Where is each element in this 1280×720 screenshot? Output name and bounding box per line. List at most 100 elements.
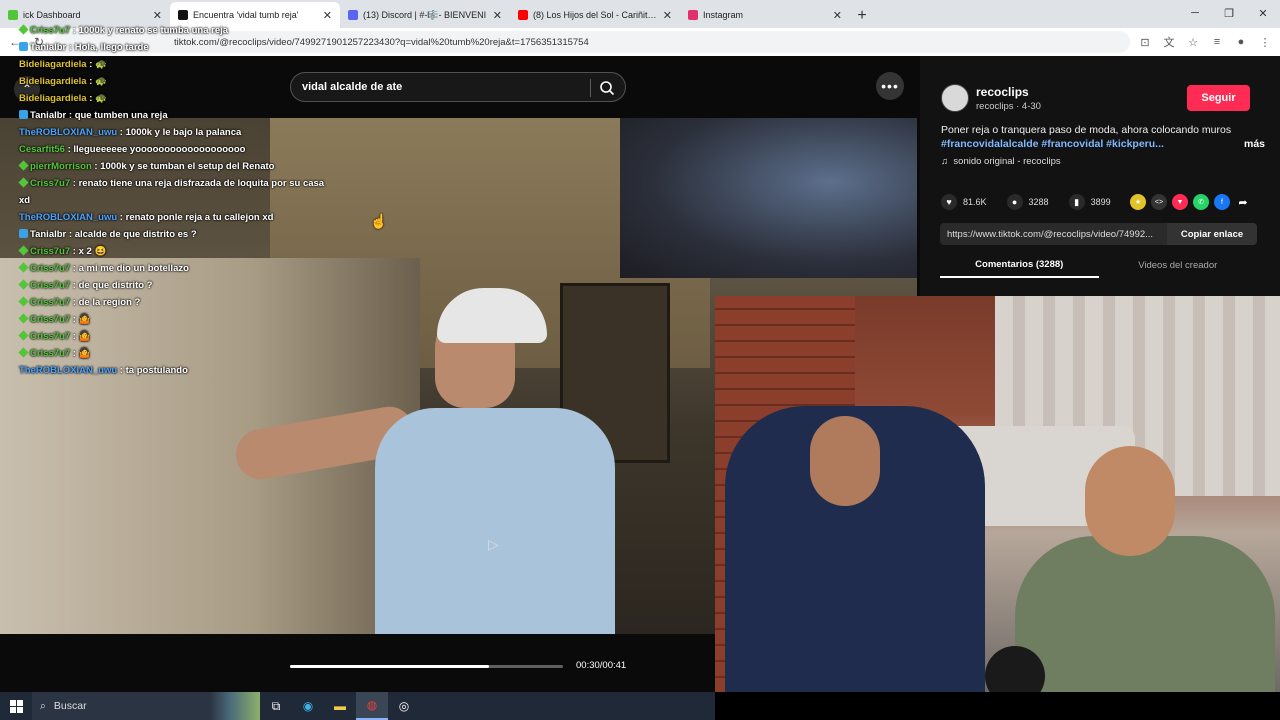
file-explorer-icon[interactable]: ▬ bbox=[324, 692, 356, 720]
chat-badge-icon bbox=[18, 347, 29, 358]
search-input[interactable]: vidal alcalde de ate bbox=[290, 72, 626, 102]
chat-message: pierrMorrison : 1000k y se tumban el set… bbox=[0, 158, 340, 175]
chat-username[interactable]: Criss7u7 bbox=[30, 297, 70, 308]
close-tab-icon[interactable]: ✕ bbox=[153, 9, 162, 22]
whatsapp-icon[interactable]: ✆ bbox=[1193, 194, 1209, 210]
chat-username[interactable]: Bideliagardiela bbox=[19, 76, 87, 87]
browser-tab[interactable]: (13) Discord | #-🎼- BIENVENI ✕ bbox=[340, 2, 510, 28]
chat-message: TheROBLOXIAN_uwu : 1000k y le bajo la pa… bbox=[19, 127, 242, 138]
chat-username[interactable]: Criss7u7 bbox=[30, 25, 70, 36]
video-description: Poner reja o tranquera paso de moda, aho… bbox=[941, 123, 1265, 151]
chat-message: Criss7u7 : 🤷 bbox=[0, 328, 340, 345]
chat-username[interactable]: Criss7u7 bbox=[30, 178, 70, 189]
search-highlight-image bbox=[210, 692, 260, 720]
bookmark-star-icon[interactable]: ☆ bbox=[1184, 33, 1202, 51]
profile-icon[interactable]: ● bbox=[1232, 33, 1250, 51]
install-app-icon[interactable]: ⊡ bbox=[1136, 33, 1154, 51]
start-button[interactable] bbox=[0, 692, 32, 720]
video-progress-bar[interactable] bbox=[290, 665, 563, 668]
obs-icon[interactable]: ◎ bbox=[388, 692, 420, 720]
chat-message: Bideliagardiela : 🐢 bbox=[19, 76, 107, 87]
close-tab-icon[interactable]: ✕ bbox=[833, 9, 842, 22]
minimize-icon[interactable]: ─ bbox=[1178, 0, 1212, 26]
media-control-icon[interactable]: ≡ bbox=[1208, 33, 1226, 51]
close-tab-icon[interactable]: ✕ bbox=[663, 9, 672, 22]
chat-username[interactable]: TheROBLOXIAN_uwu bbox=[19, 212, 117, 223]
search-divider bbox=[590, 79, 591, 97]
chrome-icon[interactable]: ◍ bbox=[356, 692, 388, 720]
chat-message: Tanialbr : alcalde de que distrito es ? bbox=[0, 226, 340, 243]
chat-message: Bideliagardiela : 🐢 bbox=[19, 59, 107, 70]
follow-button[interactable]: Seguir bbox=[1187, 85, 1250, 111]
chat-text: x 2 😆 bbox=[78, 246, 107, 257]
task-view-icon[interactable]: ⧉ bbox=[260, 692, 292, 720]
chat-overlay: Criss7u7 : 1000k y renato se tumba una r… bbox=[0, 22, 340, 379]
tab-favicon-icon bbox=[178, 10, 188, 20]
creator-name[interactable]: recoclips bbox=[976, 85, 1029, 99]
chat-username[interactable]: Tanialbr bbox=[30, 42, 66, 53]
chat-username[interactable]: Tanialbr bbox=[30, 110, 66, 121]
chat-message: TheROBLOXIAN_uwu : renato ponle reja a t… bbox=[19, 212, 274, 223]
restore-icon[interactable]: ❐ bbox=[1212, 0, 1246, 26]
tab-title: Encuentra 'vidal tumb reja' bbox=[193, 10, 299, 20]
video-person bbox=[232, 268, 635, 634]
tab-title: ick Dashboard bbox=[23, 10, 81, 20]
edge-icon[interactable]: ◉ bbox=[292, 692, 324, 720]
more-options-button[interactable]: ••• bbox=[876, 72, 904, 100]
chat-username[interactable]: Criss7u7 bbox=[30, 246, 70, 257]
close-tab-icon[interactable]: ✕ bbox=[323, 9, 332, 22]
tab-comments[interactable]: Comentarios (3288) bbox=[940, 252, 1099, 278]
translate-icon[interactable]: 文 bbox=[1160, 33, 1178, 51]
share-link-url[interactable]: https://www.tiktok.com/@recoclips/video/… bbox=[940, 229, 1167, 240]
facebook-icon[interactable]: f bbox=[1214, 194, 1230, 210]
webcam-person-suit-head bbox=[810, 416, 880, 506]
send-icon[interactable]: ▼ bbox=[1172, 194, 1188, 210]
chat-badge-icon bbox=[18, 177, 29, 188]
chat-message: Cesarfit56 : llegueeeeee yoooooooooooooo… bbox=[19, 144, 246, 155]
chat-username[interactable]: TheROBLOXIAN_uwu bbox=[19, 365, 117, 376]
search-icon[interactable] bbox=[599, 80, 615, 96]
hashtags[interactable]: #francovidalalcalde #francovidal #kickpe… bbox=[941, 137, 1247, 151]
taskbar-search[interactable]: ⌕ Buscar bbox=[32, 692, 260, 720]
browser-tab[interactable]: Instagram ✕ bbox=[680, 2, 850, 28]
chat-username[interactable]: Bideliagardiela bbox=[19, 59, 87, 70]
chat-username[interactable]: TheROBLOXIAN_uwu bbox=[19, 127, 117, 138]
like-stat[interactable]: ♥ 81.6K bbox=[941, 194, 987, 210]
browser-tab[interactable]: (8) Los Hijos del Sol - Cariñito - ✕ bbox=[510, 2, 680, 28]
chat-text: 🤷 bbox=[78, 348, 91, 359]
chat-text: 1000k y se tumban el setup del Renato bbox=[100, 161, 275, 172]
chat-username[interactable]: Tanialbr bbox=[30, 229, 66, 240]
share-link-box: https://www.tiktok.com/@recoclips/video/… bbox=[940, 223, 1257, 245]
chat-username[interactable]: Cesarfit56 bbox=[19, 144, 65, 155]
chat-badge-icon bbox=[18, 160, 29, 171]
sound-label: sonido original - recoclips bbox=[953, 156, 1061, 167]
chat-username[interactable]: Bideliagardiela bbox=[19, 93, 87, 104]
webcam-feed bbox=[715, 296, 1280, 692]
chat-username[interactable]: pierrMorrison bbox=[30, 161, 92, 172]
chat-text: ta postulando bbox=[125, 365, 188, 376]
chat-username[interactable]: Criss7u7 bbox=[30, 263, 70, 274]
chat-username[interactable]: Criss7u7 bbox=[30, 280, 70, 291]
avatar[interactable] bbox=[941, 84, 969, 112]
share-arrow-icon[interactable]: ➦ bbox=[1235, 194, 1251, 210]
chat-username[interactable]: Criss7u7 bbox=[30, 331, 70, 342]
embed-icon[interactable]: <> bbox=[1151, 194, 1167, 210]
webcam-person-green bbox=[1015, 536, 1275, 692]
chat-username[interactable]: Criss7u7 bbox=[30, 348, 70, 359]
new-tab-button[interactable]: + bbox=[850, 4, 874, 28]
chat-text: 🤷 bbox=[78, 314, 91, 325]
save-stat[interactable]: ▮ 3899 bbox=[1068, 194, 1111, 210]
close-tab-icon[interactable]: ✕ bbox=[493, 9, 502, 22]
chat-message: Tanialbr : Hola, llego tarde bbox=[0, 39, 340, 56]
coin-icon[interactable]: ★ bbox=[1130, 194, 1146, 210]
browser-menu-icon[interactable]: ⋮ bbox=[1256, 33, 1274, 51]
creator-meta: recoclips · 4-30 bbox=[976, 101, 1041, 112]
close-window-icon[interactable]: ✕ bbox=[1246, 0, 1280, 26]
more-link[interactable]: más bbox=[1244, 137, 1265, 151]
tab-creator-videos[interactable]: Videos del creador bbox=[1099, 252, 1258, 278]
copy-link-button[interactable]: Copiar enlace bbox=[1167, 223, 1257, 245]
sound-link[interactable]: ♫ sonido original - recoclips bbox=[941, 156, 1061, 167]
comment-stat[interactable]: ● 3288 bbox=[1006, 194, 1049, 210]
chat-text: renato ponle reja a tu callejon xd bbox=[125, 212, 274, 223]
chat-username[interactable]: Criss7u7 bbox=[30, 314, 70, 325]
